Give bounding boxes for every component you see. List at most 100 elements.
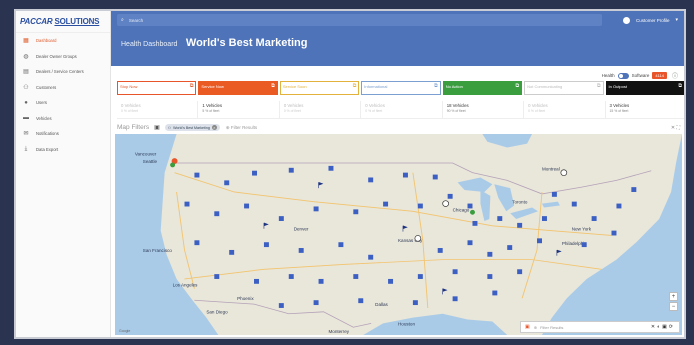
- map-filter-panel[interactable]: ▣ ⊕ Filter Results ✕◐▣⟳: [520, 321, 680, 333]
- stat-percent: 0 % of fleet: [283, 109, 301, 113]
- section-title: Health Dashboard: [121, 41, 178, 48]
- stat-informational: 0 Vehicles 0 % of fleet: [361, 101, 443, 118]
- map-canvas: Vancouver Seattle San Francisco Los Ange…: [115, 134, 682, 335]
- app-window: PACCAR SOLUTIONS ▦ Dashboard ◍ Dealer Ow…: [14, 9, 686, 339]
- city-label: San Francisco: [143, 248, 173, 253]
- external-link-icon: ⧉: [434, 83, 438, 89]
- add-filter-label: Filter Results: [230, 124, 258, 130]
- fleet-map[interactable]: Vancouver Seattle San Francisco Los Ange…: [115, 134, 682, 335]
- customer-profile-menu[interactable]: Customer Profile ▾: [622, 16, 678, 24]
- filter-chip[interactable]: ⚇ World's Best Marketing ×: [164, 124, 220, 131]
- clock-icon[interactable]: [442, 200, 449, 207]
- stat-value: 3 Vehicles: [609, 103, 630, 108]
- health-toggle-label: Health: [601, 73, 615, 78]
- google-attribution: Google: [119, 329, 131, 333]
- status-card-label: Informational: [364, 84, 388, 89]
- map-filters-label: Map Filters: [117, 124, 150, 131]
- grid-icon: ▦: [23, 38, 29, 45]
- page-header: Health Dashboard World's Best Marketing: [111, 29, 684, 66]
- external-link-icon: ⧉: [271, 83, 275, 89]
- city-label: Phoenix: [237, 296, 254, 301]
- sidebar-item-label: Dashboard: [36, 38, 57, 44]
- sidebar-item-label: Notifications: [36, 131, 59, 137]
- sidebar-item-customers[interactable]: ⚇ Customers: [16, 80, 110, 96]
- status-card-no-action[interactable]: No Action ⧉: [442, 81, 523, 95]
- external-link-icon: ⧉: [678, 83, 682, 89]
- stat-service-soon: 0 Vehicles 0 % of fleet: [280, 101, 362, 118]
- zoom-out-button[interactable]: −: [669, 302, 678, 311]
- city-label: Seattle: [143, 159, 158, 164]
- status-card-not-communicating[interactable]: Not Communicating ⧉: [524, 81, 604, 95]
- stat-value: 0 Vehicles: [283, 103, 304, 108]
- sidebar-item-label: Vehicles: [36, 115, 52, 121]
- stat-value: 0 Vehicles: [365, 103, 385, 108]
- main-content: ⌕ Search Customer Profile ▾ Health Dashb…: [111, 11, 684, 337]
- logo-text-paccar: PACCAR: [20, 17, 53, 26]
- map-tool-icons[interactable]: ✕◐▣⟳: [651, 324, 675, 330]
- external-link-icon: ⧉: [596, 83, 601, 89]
- sidebar-item-label: Users: [36, 100, 47, 106]
- avatar: [622, 16, 630, 24]
- vehicle-marker-no-action[interactable]: [170, 162, 176, 168]
- status-card-service-soon[interactable]: Service Soon ⧉: [279, 81, 360, 95]
- page-title: World's Best Marketing: [185, 37, 308, 49]
- search-input[interactable]: ⌕ Search: [117, 14, 602, 26]
- sidebar-item-dashboard[interactable]: ▦ Dashboard: [16, 33, 110, 49]
- city-label: Chicago: [453, 207, 470, 212]
- stat-percent: 5 % of fleet: [202, 109, 220, 113]
- city-label: Los Angeles: [173, 283, 199, 288]
- search-icon: ⌕: [121, 17, 124, 23]
- sidebar-item-vehicles[interactable]: ▬ Vehicles: [16, 111, 110, 127]
- sidebar-item-label: Dealer Owner Groups: [36, 53, 77, 59]
- sidebar-item-dealer-owner-groups[interactable]: ◍ Dealer Owner Groups: [16, 49, 110, 65]
- sidebar-item-data-export[interactable]: ⤓ Data Export: [16, 142, 110, 158]
- remove-filter-icon[interactable]: ×: [211, 125, 217, 130]
- stat-percent: 15 % of fleet: [609, 109, 629, 113]
- clock-icon[interactable]: [560, 169, 568, 176]
- help-icon[interactable]: ⓘ: [672, 71, 678, 80]
- city-label: San Diego: [206, 310, 228, 315]
- health-software-toggle[interactable]: [617, 72, 629, 79]
- external-link-icon: ⧉: [189, 83, 194, 89]
- sidebar-item-label: Customers: [36, 84, 57, 90]
- clock-icon[interactable]: [414, 235, 422, 242]
- status-card-stop-now[interactable]: Stop Now ⧉: [117, 81, 197, 95]
- status-card-service-now[interactable]: Service Now ⧉: [198, 81, 278, 95]
- add-filter-button[interactable]: ⊕ Filter Results: [226, 125, 257, 131]
- truck-icon: ▬: [23, 115, 29, 122]
- stat-percent: 0 % of fleet: [365, 109, 383, 113]
- stat-value: 0 Vehicles: [121, 103, 141, 108]
- city-label: New York: [572, 227, 592, 232]
- stat-value: 18 Vehicles: [446, 103, 469, 108]
- city-label: Denver: [294, 227, 309, 232]
- filter-results-input[interactable]: Filter Results: [540, 325, 563, 330]
- sidebar-item-users[interactable]: ● Users: [16, 95, 110, 111]
- people-icon: ⚇: [23, 84, 29, 91]
- envelope-icon: ✉: [23, 131, 29, 138]
- user-icon: ●: [24, 99, 28, 106]
- status-card-in-outpost[interactable]: In Outpost ⧉: [605, 81, 684, 95]
- fullscreen-icon[interactable]: ✕ ⛶: [671, 125, 680, 131]
- external-link-icon: ⧉: [515, 83, 520, 89]
- status-card-informational[interactable]: Informational ⧉: [361, 81, 441, 95]
- external-link-icon: ⧉: [352, 83, 357, 89]
- city-label: Montreal: [542, 167, 560, 172]
- stat-no-action: 18 Vehicles 90 % of fleet: [443, 101, 525, 118]
- status-card-label: Service Now: [201, 84, 224, 89]
- stat-percent: 0 % of fleet: [121, 109, 138, 113]
- sidebar-item-notifications[interactable]: ✉ Notifications: [16, 126, 110, 142]
- chevron-down-icon: ▾: [675, 17, 678, 23]
- paccar-logo[interactable]: PACCAR SOLUTIONS: [16, 11, 110, 33]
- status-cards: Stop Now ⧉ Service Now ⧉ Service Soon ⧉ …: [117, 81, 684, 99]
- sidebar-item-dealers[interactable]: ▤ Dealers / Service Centers: [16, 64, 110, 80]
- software-toggle-label: Software: [631, 73, 650, 78]
- city-label: Toronto: [512, 200, 528, 205]
- city-label: Dallas: [375, 302, 388, 307]
- logo-text-solutions: SOLUTIONS: [54, 17, 100, 26]
- vehicle-marker-no-action[interactable]: [469, 209, 475, 215]
- profile-label: Customer Profile: [635, 17, 670, 23]
- status-card-label: Not Communicating: [527, 84, 563, 89]
- map-filters-bar: Map Filters ▣ ⚇ World's Best Marketing ×…: [117, 122, 680, 133]
- zoom-in-button[interactable]: +: [669, 292, 678, 301]
- filter-chip-label: World's Best Marketing: [173, 125, 210, 130]
